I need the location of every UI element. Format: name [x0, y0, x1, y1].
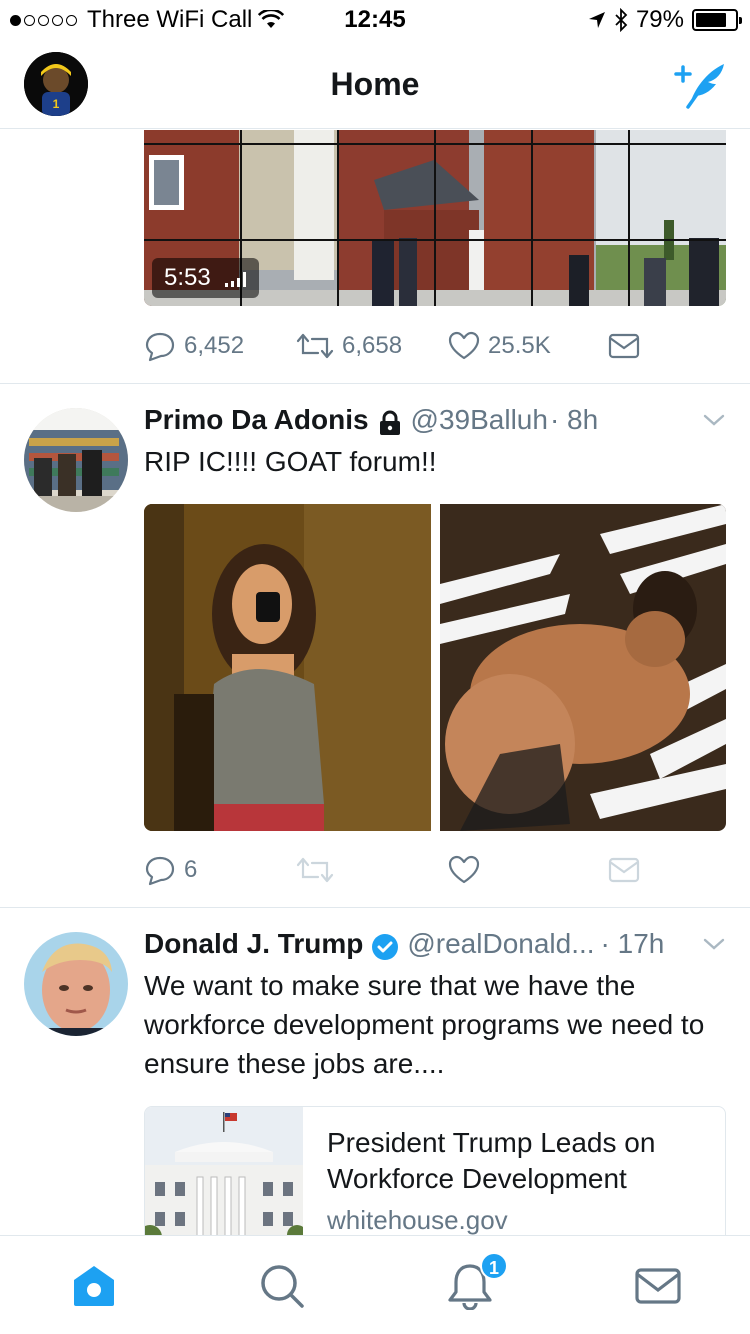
tweet-video[interactable]: 5:53 — [144, 130, 726, 306]
user-handle[interactable]: @39Balluh — [411, 404, 548, 436]
like-button[interactable] — [448, 855, 608, 885]
tweet-photo-left[interactable] — [144, 504, 431, 831]
timeline-feed[interactable]: 5:53 6,452 6,658 25.5K Primo Da Adonis @… — [0, 130, 750, 1235]
tweet-time: · 17h — [600, 928, 665, 959]
retweet-count: 6,658 — [342, 332, 403, 359]
reply-icon — [145, 856, 175, 886]
link-preview-card[interactable]: President Trump Leads on Workforce Devel… — [144, 1106, 726, 1246]
battery-icon — [692, 9, 742, 31]
retweet-icon — [296, 333, 334, 359]
tweet-content: Primo Da Adonis @39Balluh · 8h RIP IC!!!… — [144, 404, 726, 481]
reply-count: 6 — [184, 856, 198, 883]
reply-button[interactable]: 6,452 — [144, 330, 296, 362]
page-title: Home — [330, 66, 420, 102]
lock-icon — [379, 410, 400, 435]
link-preview-domain: whitehouse.gov — [327, 1205, 508, 1235]
status-right: 79% — [588, 6, 742, 34]
like-button[interactable]: 25.5K — [448, 331, 608, 361]
verified-badge-icon — [372, 934, 399, 960]
direct-message-button-disabled — [608, 857, 640, 883]
user-handle[interactable]: @realDonald... — [407, 928, 594, 960]
tweet[interactable]: 5:53 6,452 6,658 25.5K — [0, 130, 750, 384]
tab-bar — [0, 1235, 750, 1334]
mail-icon — [608, 857, 640, 883]
messages-icon[interactable] — [634, 1262, 682, 1310]
retweet-button-disabled — [296, 855, 448, 885]
status-bar: Three WiFi Call 12:45 79% — [0, 0, 750, 40]
reply-button[interactable]: 6 — [144, 854, 296, 886]
display-name[interactable]: Primo Da Adonis — [144, 404, 369, 436]
reply-icon — [145, 332, 175, 362]
home-icon[interactable] — [70, 1262, 118, 1310]
link-preview-title: President Trump Leads on Workforce Devel… — [327, 1127, 656, 1194]
video-duration-badge: 5:53 — [152, 258, 259, 298]
tweet-actions: 6 — [144, 854, 640, 886]
link-preview-image — [145, 1107, 307, 1245]
tweet-text: RIP IC!!!! GOAT forum!! — [144, 446, 437, 477]
like-count: 25.5K — [488, 332, 551, 359]
retweet-icon — [296, 857, 334, 883]
battery-fill — [696, 13, 727, 27]
tweet-text: We want to make sure that we have the wo… — [144, 970, 705, 1079]
location-arrow-icon — [588, 12, 605, 28]
tweet-photo-right[interactable] — [440, 504, 726, 831]
signal-bars-icon — [224, 272, 246, 287]
avatar[interactable] — [24, 932, 128, 1036]
search-icon[interactable] — [258, 1262, 306, 1310]
compose-tweet-icon[interactable] — [672, 60, 728, 110]
tweet-header: Primo Da Adonis @39Balluh · 8h — [144, 404, 726, 442]
heart-icon — [448, 855, 480, 884]
tweet-content: Donald J. Trump @realDonald... · 17h We … — [144, 928, 726, 1083]
bluetooth-icon — [615, 8, 628, 32]
tweet-actions: 6,452 6,658 25.5K — [144, 330, 640, 362]
nav-bar: 1 Home — [0, 40, 750, 129]
direct-message-button[interactable] — [608, 333, 640, 359]
heart-icon — [448, 331, 480, 360]
chevron-down-icon[interactable] — [702, 408, 726, 432]
chevron-down-icon[interactable] — [702, 932, 726, 956]
battery-percent: 79% — [635, 6, 684, 33]
tweet-header: Donald J. Trump @realDonald... · 17h — [144, 928, 726, 966]
reply-count: 6,452 — [184, 332, 245, 359]
display-name[interactable]: Donald J. Trump — [144, 928, 363, 960]
tweet-time: · 8h — [549, 404, 599, 435]
retweet-button[interactable]: 6,658 — [296, 331, 448, 361]
avatar[interactable] — [24, 408, 128, 512]
mail-icon — [608, 333, 640, 359]
video-duration: 5:53 — [164, 264, 211, 291]
notifications-badge: 1 — [480, 1252, 508, 1280]
tweet[interactable]: Primo Da Adonis @39Balluh · 8h RIP IC!!!… — [0, 384, 750, 908]
